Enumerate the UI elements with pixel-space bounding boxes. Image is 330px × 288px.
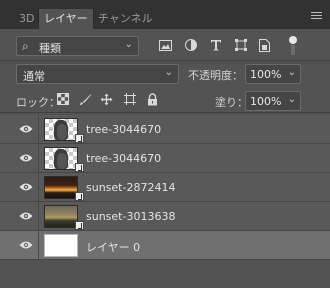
smart-object-filter-icon[interactable] [257,38,271,52]
filter-kind-label: 種類 [39,42,61,55]
filter-kind-select[interactable]: ⌕ 種類 ⌄ [16,36,139,56]
layer-name[interactable]: sunset-2872414 [86,181,175,194]
adjustment-filter-icon[interactable] [184,38,198,52]
visibility-eye-icon[interactable] [19,240,33,250]
layer-name[interactable]: tree-3044670 [86,152,161,165]
filter-toggle-switch[interactable] [287,35,299,57]
chevron-down-icon: ⌄ [124,39,133,50]
layer-name[interactable]: tree-3044670 [86,123,161,136]
divider [0,60,330,61]
opacity-value: 100% [250,68,282,81]
shape-filter-icon[interactable] [234,38,248,52]
layer-row[interactable]: sunset-3013638 [0,202,330,231]
chevron-down-icon[interactable]: ⌄ [288,67,296,78]
opacity-field[interactable]: 100% ⌄ [245,64,301,84]
layer-row[interactable]: tree-3044670 [0,115,330,144]
tab-layers[interactable]: レイヤー [38,9,94,29]
lock-position-icon[interactable] [99,92,113,106]
fill-field[interactable]: 100% ⌄ [245,91,301,111]
divider [38,115,39,144]
chevron-down-icon: ⌄ [164,67,173,78]
opacity-label: 不透明度： [188,69,243,82]
visibility-eye-icon[interactable] [19,124,33,134]
divider [38,173,39,202]
smart-object-badge-icon [75,134,84,143]
visibility-eye-icon[interactable] [19,182,33,192]
layers-list: tree-3044670 tree-3044670 sunset-2872414… [0,113,330,288]
blend-mode-select[interactable]: 通常 ⌄ [16,64,179,84]
fill-value: 100% [250,95,282,108]
blend-mode-value: 通常 [23,70,45,83]
divider [38,144,39,173]
lock-all-icon[interactable] [145,92,159,106]
layer-thumbnail[interactable] [44,205,78,228]
type-filter-icon[interactable] [209,38,223,52]
image-filter-icon[interactable] [158,38,172,52]
layer-name[interactable]: sunset-3013638 [86,210,175,223]
chevron-down-icon[interactable]: ⌄ [288,94,296,105]
visibility-eye-icon[interactable] [19,153,33,163]
smart-object-badge-icon [75,192,84,201]
layer-name[interactable]: レイヤー 0 [86,239,140,255]
lock-artboard-icon[interactable] [123,92,137,106]
layer-thumbnail[interactable] [44,118,78,141]
lock-label: ロック： [16,96,60,109]
search-icon: ⌕ [22,39,29,53]
layer-row[interactable]: sunset-2872414 [0,173,330,202]
divider [38,231,39,260]
visibility-eye-icon[interactable] [19,211,33,221]
lock-image-pixels-icon[interactable] [78,92,92,106]
smart-object-badge-icon [75,163,84,172]
layer-row[interactable]: レイヤー 0 [0,231,330,260]
layer-thumbnail[interactable] [44,176,78,199]
layer-thumbnail[interactable] [44,234,78,257]
panel-tab-bar: 3D レイヤー チャンネル [0,0,330,29]
panel-menu-icon[interactable] [311,12,322,21]
lock-transparent-pixels-icon[interactable] [56,92,70,106]
tab-channels[interactable]: チャンネル [98,9,153,29]
divider [38,202,39,231]
tab-3d[interactable]: 3D [19,9,34,29]
fill-label: 塗り： [215,96,248,109]
smart-object-badge-icon [75,221,84,230]
layer-row[interactable]: tree-3044670 [0,144,330,173]
layer-thumbnail[interactable] [44,147,78,170]
